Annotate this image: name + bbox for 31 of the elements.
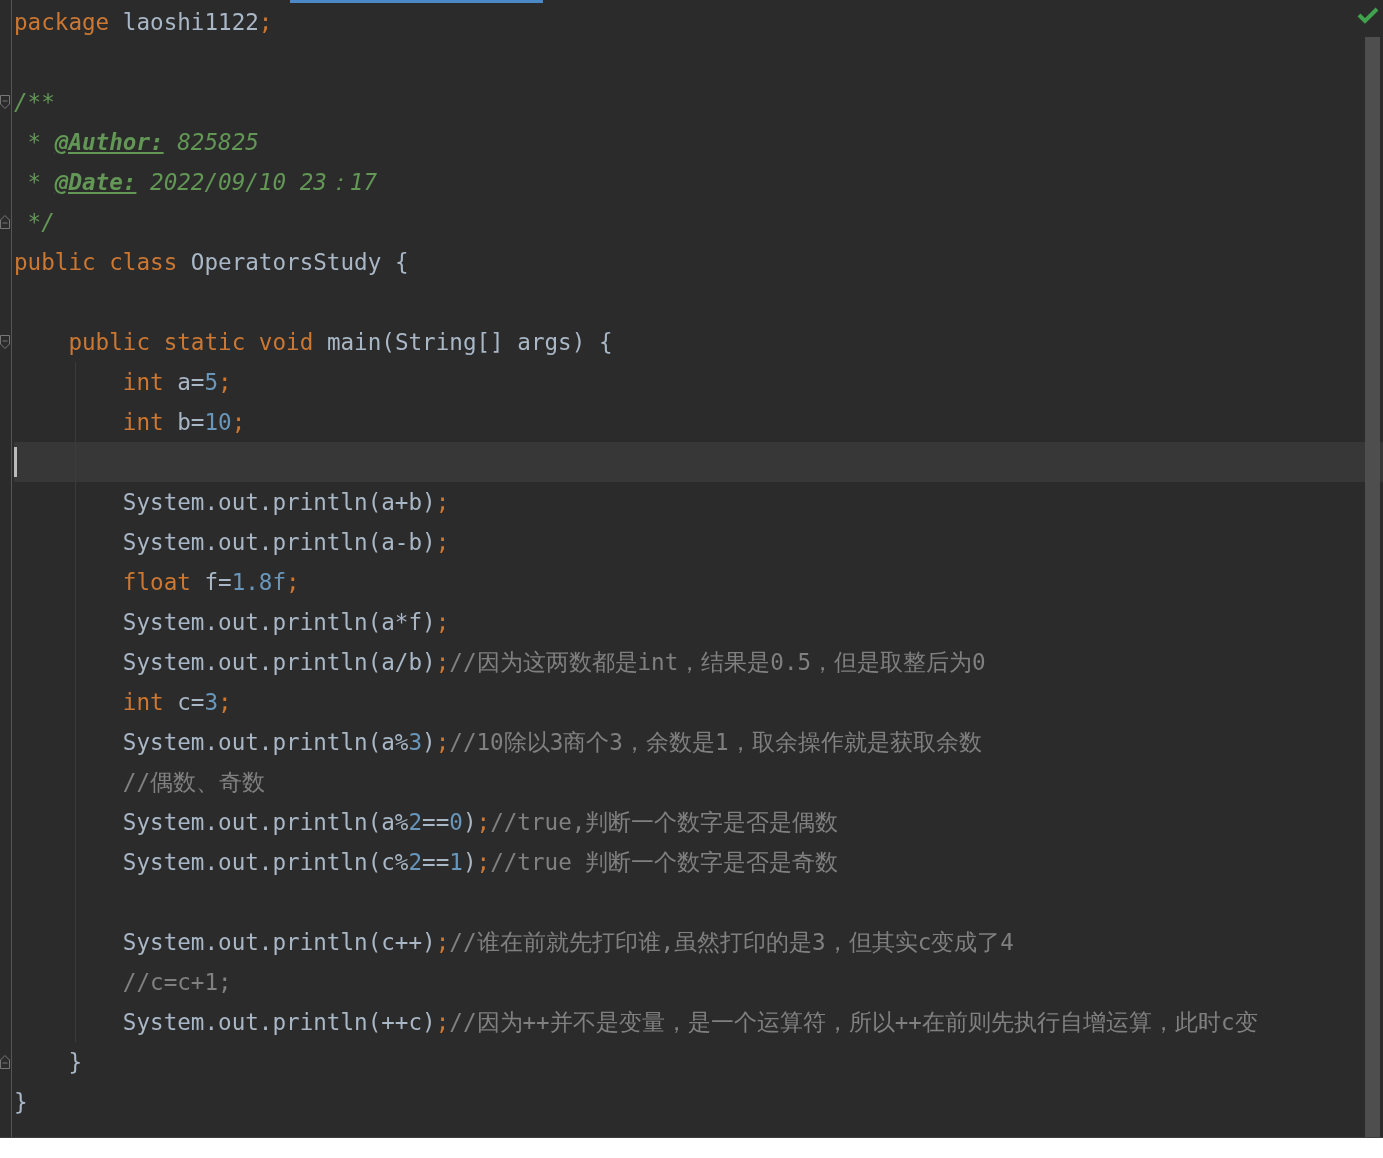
code-line: int b=10; bbox=[121, 409, 246, 435]
code-line: System.out.println(c++);//谁在前就先打印谁,虽然打印的是3，但其实c变成了4 bbox=[121, 927, 1014, 957]
text-caret bbox=[14, 447, 17, 477]
code-line: package laoshi1122; bbox=[14, 9, 273, 35]
fold-icon[interactable] bbox=[0, 95, 10, 109]
fold-icon[interactable] bbox=[0, 215, 10, 229]
code-line: */ bbox=[26, 209, 55, 235]
code-line: } bbox=[14, 1089, 28, 1115]
code-line: public static void main(String[] args) { bbox=[67, 329, 613, 355]
code-line: int a=5; bbox=[121, 369, 232, 395]
code-line: System.out.println(++c);//因为++并不是变量，是一个运算符，所以++在前则先执行自增运算，此时c变 bbox=[121, 1007, 1258, 1037]
code-line: //偶数、奇数 bbox=[121, 767, 266, 797]
code-line: * @Author: 825825 bbox=[26, 129, 259, 155]
code-line: System.out.println(a%2==0);//true,判断一个数字是否是偶数 bbox=[121, 807, 839, 837]
code-line: //c=c+1; bbox=[121, 969, 232, 995]
code-line: System.out.println(a%3);//10除以3商个3，余数是1，取余操作就是获取余数 bbox=[121, 727, 982, 757]
fold-icon[interactable] bbox=[0, 335, 10, 349]
code-line: public class OperatorsStudy { bbox=[14, 249, 409, 275]
fold-icon[interactable] bbox=[0, 1055, 10, 1069]
code-line: } bbox=[67, 1049, 82, 1075]
code-line: System.out.println(a+b); bbox=[121, 489, 450, 515]
code-line: /** bbox=[14, 89, 55, 115]
scrollbar[interactable] bbox=[1365, 37, 1380, 1137]
code-line: System.out.println(a*f); bbox=[121, 609, 450, 635]
code-line: System.out.println(c%2==1);//true 判断一个数字是否是奇数 bbox=[121, 847, 839, 877]
code-line: int c=3; bbox=[121, 689, 232, 715]
check-icon bbox=[1357, 6, 1379, 24]
code-line: System.out.println(a/b);//因为这两数都是int，结果是0.5，但是取整后为0 bbox=[121, 647, 986, 677]
code-line: * @Date: 2022/09/10 23：17 bbox=[26, 167, 378, 197]
code-line: System.out.println(a-b); bbox=[121, 529, 450, 555]
code-line: float f=1.8f; bbox=[121, 569, 300, 595]
